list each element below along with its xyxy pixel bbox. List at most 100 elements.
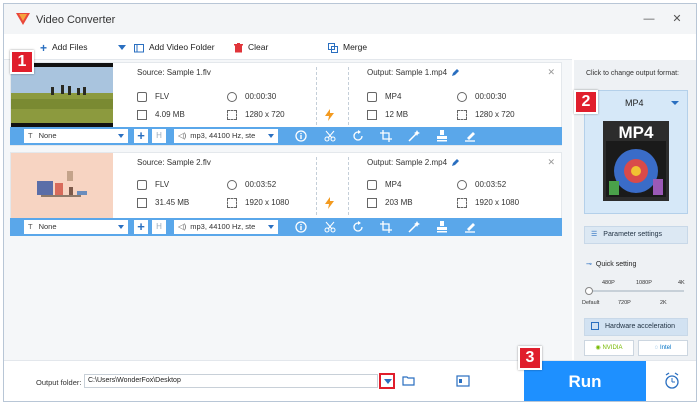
out-size: 12 MB xyxy=(367,109,408,121)
edit-name-icon[interactable] xyxy=(451,158,460,167)
slider-icon: ⊸ xyxy=(586,261,592,268)
speaker-icon: ◁) xyxy=(178,131,187,140)
folder-icon xyxy=(137,109,147,120)
intel-toggle[interactable]: ◌ Intel xyxy=(638,340,688,356)
title-bar: Video Converter — ✕ xyxy=(4,4,696,34)
close-button[interactable]: ✕ xyxy=(668,10,686,28)
out-duration: 00:00:30 xyxy=(457,91,506,103)
subtitle-select[interactable]: T None xyxy=(24,220,128,234)
subtitle-edit-icon[interactable] xyxy=(464,221,476,233)
bottom-bar: Output folder: C:\Users\WonderFox\Deskto… xyxy=(4,360,696,401)
minimize-button[interactable]: — xyxy=(640,10,658,28)
folder-icon xyxy=(367,109,377,120)
video-thumbnail[interactable] xyxy=(11,153,113,219)
quality-4k-label: 4K xyxy=(678,280,685,286)
output-title: Output: Sample 2.mp4 xyxy=(367,158,448,167)
effects-icon[interactable] xyxy=(408,221,420,233)
run-button[interactable]: Run xyxy=(524,361,646,401)
out-format: MP4 xyxy=(367,91,401,103)
add-video-folder-button[interactable]: Add Video Folder xyxy=(134,40,215,54)
divider xyxy=(348,67,349,125)
alarm-clock-icon[interactable] xyxy=(664,372,680,390)
format-icon xyxy=(367,179,377,190)
out-resolution: 1920 x 1080 xyxy=(457,197,519,209)
crop-icon[interactable] xyxy=(380,221,392,233)
audio-select[interactable]: ◁) mp3, 44100 Hz, ste xyxy=(174,129,278,143)
output-folder-input[interactable]: C:\Users\WonderFox\Desktop xyxy=(84,374,378,388)
quick-setting-label: ⊸ Quick setting xyxy=(586,261,637,268)
callout-3: 3 xyxy=(518,346,542,370)
subtitle-edit-icon[interactable] xyxy=(464,130,476,142)
add-subtitle-button[interactable]: + xyxy=(134,220,148,234)
watermark-icon[interactable] xyxy=(436,130,448,142)
watermark-icon[interactable] xyxy=(436,221,448,233)
output-list-icon[interactable] xyxy=(456,375,470,387)
scissors-icon[interactable] xyxy=(324,221,336,233)
src-duration: 00:00:30 xyxy=(227,91,276,103)
rotate-icon[interactable] xyxy=(352,221,364,233)
text-icon: T xyxy=(28,131,33,140)
source-title: Source: Sample 2.flv xyxy=(137,158,211,167)
nvidia-toggle[interactable]: ◉ NVIDIA xyxy=(584,340,634,356)
add-files-dropdown[interactable] xyxy=(118,40,126,54)
remove-file-icon[interactable]: ✕ xyxy=(547,157,555,168)
quality-1080p-label: 1080P xyxy=(636,280,652,286)
resolution-icon xyxy=(227,197,237,208)
hardware-acceleration-button[interactable]: Hardware acceleration xyxy=(584,318,688,336)
hardsub-icon[interactable]: H xyxy=(152,129,166,143)
quality-480p-label: 480P xyxy=(602,280,615,286)
divider xyxy=(316,157,317,215)
src-format: FLV xyxy=(137,91,169,103)
out-resolution: 1280 x 720 xyxy=(457,109,515,121)
quality-720p-label: 720P xyxy=(618,300,631,306)
text-icon: T xyxy=(28,222,33,231)
folder-icon xyxy=(367,197,377,208)
divider xyxy=(348,157,349,215)
open-folder-icon[interactable] xyxy=(402,375,416,387)
rotate-icon[interactable] xyxy=(352,130,364,142)
clock-icon xyxy=(457,179,467,190)
output-folder-dropdown[interactable] xyxy=(379,373,395,389)
caret-down-icon xyxy=(268,134,274,138)
resolution-icon xyxy=(457,197,467,208)
sliders-icon: ☰ xyxy=(591,231,598,238)
caret-down-icon xyxy=(118,134,124,138)
quality-2k-label: 2K xyxy=(660,300,667,306)
crop-icon[interactable] xyxy=(380,130,392,142)
merge-label: Merge xyxy=(343,42,368,52)
info-icon[interactable] xyxy=(295,221,307,233)
app-title: Video Converter xyxy=(36,14,116,26)
format-hint: Click to change output format: xyxy=(586,70,679,77)
trash-icon xyxy=(234,42,243,53)
merge-icon xyxy=(328,42,338,53)
edit-toolbar: T None + H ◁) mp3, 44100 Hz, ste xyxy=(10,218,562,236)
src-resolution: 1280 x 720 xyxy=(227,109,285,121)
add-subtitle-button[interactable]: + xyxy=(134,129,148,143)
edit-name-icon[interactable] xyxy=(451,68,460,77)
format-icon xyxy=(137,179,147,190)
add-files-label: Add Files xyxy=(52,42,88,52)
scissors-icon[interactable] xyxy=(324,130,336,142)
source-title: Source: Sample 1.flv xyxy=(137,68,211,77)
format-selector[interactable]: MP4 MP4 xyxy=(584,90,688,214)
resolution-icon xyxy=(457,109,467,120)
lightning-icon xyxy=(325,197,334,209)
out-duration: 00:03:52 xyxy=(457,179,506,191)
effects-icon[interactable] xyxy=(408,130,420,142)
callout-1: 1 xyxy=(10,50,34,74)
folder-icon xyxy=(137,197,147,208)
quality-slider-handle[interactable] xyxy=(585,287,593,295)
folder-add-icon xyxy=(134,43,144,53)
parameter-settings-button[interactable]: ☰ Parameter settings xyxy=(584,226,688,244)
merge-button[interactable]: Merge xyxy=(328,40,367,54)
clock-icon xyxy=(457,91,467,102)
remove-file-icon[interactable]: ✕ xyxy=(547,67,555,78)
subtitle-select[interactable]: T None xyxy=(24,129,128,143)
audio-select[interactable]: ◁) mp3, 44100 Hz, ste xyxy=(174,220,278,234)
hardsub-icon[interactable]: H xyxy=(152,220,166,234)
clear-button[interactable]: Clear xyxy=(234,40,268,54)
info-icon[interactable] xyxy=(295,130,307,142)
add-files-button[interactable]: + Add Files xyxy=(40,40,88,55)
divider xyxy=(316,67,317,125)
quality-slider[interactable] xyxy=(588,290,684,292)
